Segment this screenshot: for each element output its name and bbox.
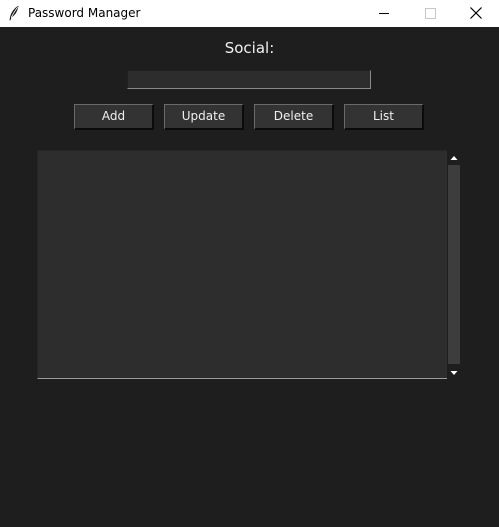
title-bar: Password Manager xyxy=(0,0,499,27)
social-entry[interactable] xyxy=(127,70,371,89)
social-label: Social: xyxy=(224,39,275,57)
minimize-icon xyxy=(379,13,389,14)
scroll-thumb[interactable] xyxy=(448,165,460,364)
triangle-up-icon xyxy=(450,156,458,160)
minimize-button[interactable] xyxy=(361,0,407,27)
window-title: Password Manager xyxy=(28,6,141,20)
update-button[interactable]: Update xyxy=(164,104,244,130)
feather-icon xyxy=(9,5,19,21)
close-icon xyxy=(470,7,482,19)
scroll-down-button[interactable] xyxy=(447,365,461,379)
scroll-up-button[interactable] xyxy=(447,150,461,164)
vertical-scrollbar[interactable] xyxy=(447,150,461,379)
app-window: Password Manager Social: Add Update Dele… xyxy=(0,0,499,527)
list-button[interactable]: List xyxy=(344,104,424,130)
maximize-button[interactable] xyxy=(407,0,453,27)
close-button[interactable] xyxy=(453,0,499,27)
maximize-icon xyxy=(425,8,436,19)
add-button[interactable]: Add xyxy=(74,104,154,130)
output-text-area[interactable] xyxy=(37,150,448,379)
delete-button[interactable]: Delete xyxy=(254,104,334,130)
triangle-down-icon xyxy=(450,371,458,375)
